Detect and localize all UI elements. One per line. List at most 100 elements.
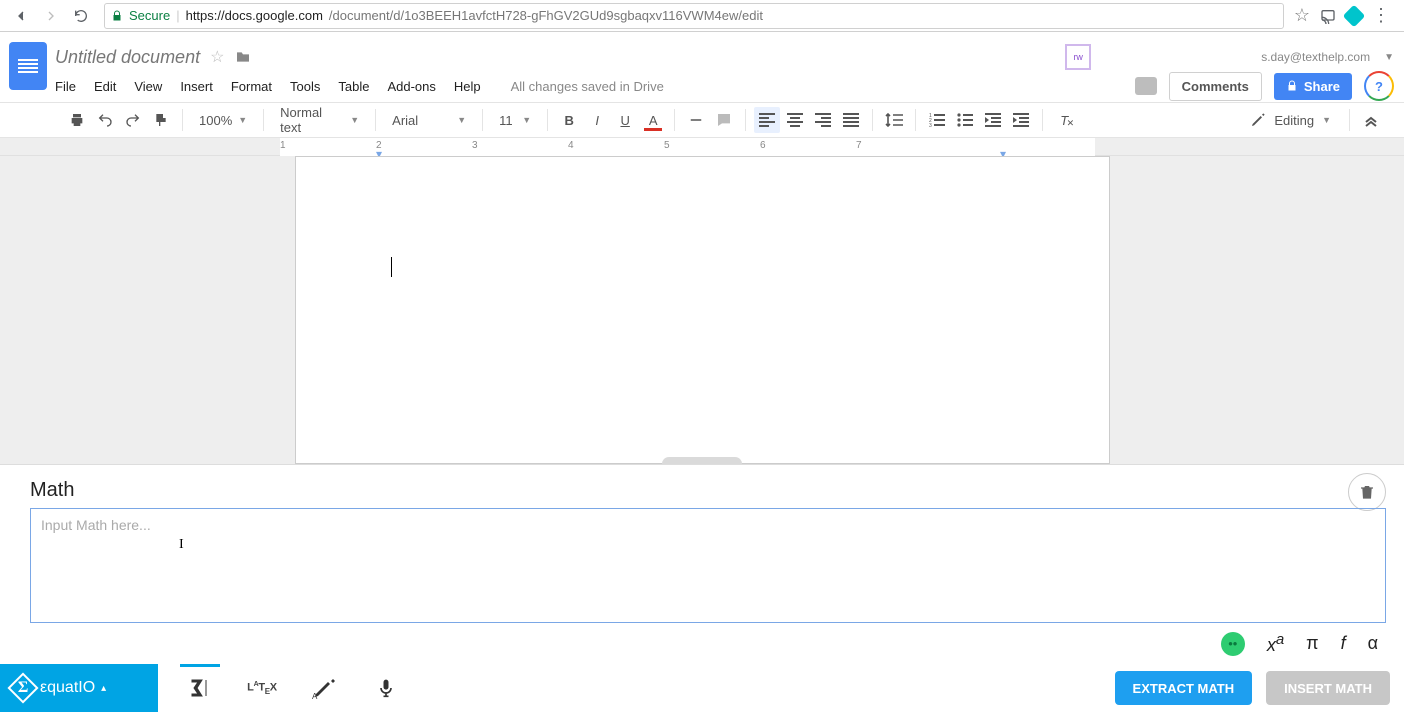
horizontal-ruler[interactable]: ▾ ▾ 1 2 3 4 5 6 7 (0, 138, 1404, 156)
share-button[interactable]: Share (1274, 73, 1352, 100)
url-path: /document/d/1o3BEEH1avfctH728-gFhGV2GUd9… (329, 8, 763, 23)
equatio-brand-label: εquatIO (40, 679, 95, 697)
star-icon[interactable]: ☆ (210, 47, 224, 67)
folder-icon[interactable] (234, 49, 252, 65)
align-right-icon[interactable] (810, 107, 836, 133)
insert-math-button[interactable]: INSERT MATH (1266, 671, 1390, 705)
math-input[interactable] (41, 517, 1375, 533)
text-color-icon[interactable]: A (640, 107, 666, 133)
tab-equation-editor[interactable] (180, 664, 220, 712)
sigma-cursor-icon (188, 676, 212, 700)
clear-formatting-icon[interactable]: T✕ (1051, 107, 1077, 133)
lock-icon (111, 9, 123, 23)
font-size-dropdown[interactable]: 11▼ (491, 107, 539, 133)
document-title[interactable]: Untitled document (55, 47, 200, 68)
svg-text:A: A (312, 692, 318, 700)
alpha-symbol[interactable]: α (1368, 633, 1378, 654)
tab-speech[interactable] (366, 664, 406, 712)
help-button[interactable]: ? (1364, 71, 1394, 101)
align-justify-icon[interactable] (838, 107, 864, 133)
symbol-toolbar: •• xa π f α (30, 623, 1386, 656)
save-status: All changes saved in Drive (511, 79, 664, 94)
ruler-tick: 4 (568, 140, 574, 151)
chrome-menu-icon[interactable]: ⋮ (1372, 5, 1390, 26)
menu-table[interactable]: Table (338, 79, 369, 94)
equatio-brand[interactable]: Σ εquatIO ▴ (0, 664, 158, 712)
ruler-tick: 5 (664, 140, 670, 151)
document-canvas[interactable] (0, 156, 1404, 464)
address-bar[interactable]: Secure | https://docs.google.com/documen… (104, 3, 1284, 29)
line-spacing-icon[interactable] (881, 107, 907, 133)
increase-indent-icon[interactable] (1008, 107, 1034, 133)
cast-icon[interactable] (1320, 8, 1336, 24)
document-page[interactable] (295, 156, 1110, 464)
power-symbol[interactable]: xa (1267, 631, 1284, 656)
menu-edit[interactable]: Edit (94, 79, 116, 94)
math-panel-title: Math (30, 479, 1386, 502)
menu-insert[interactable]: Insert (180, 79, 213, 94)
smiley-icon[interactable]: •• (1221, 632, 1245, 656)
docs-logo[interactable] (9, 42, 47, 90)
pi-symbol[interactable]: π (1306, 633, 1318, 654)
extract-math-button[interactable]: EXTRACT MATH (1115, 671, 1253, 705)
font-family-dropdown[interactable]: Arial▼ (384, 107, 474, 133)
ruler-tick: 1 (280, 140, 286, 151)
readwrite-extension-badge[interactable]: rw (1065, 44, 1091, 70)
formatting-toolbar: 100%▼ Normal text▼ Arial▼ 11▼ B I U A 12… (0, 102, 1404, 138)
ruler-tick: 6 (760, 140, 766, 151)
browser-toolbar: Secure | https://docs.google.com/documen… (0, 0, 1404, 32)
bookmark-star-icon[interactable]: ☆ (1294, 5, 1310, 26)
menu-addons[interactable]: Add-ons (387, 79, 435, 94)
italic-icon[interactable]: I (584, 107, 610, 133)
text-cursor (391, 257, 392, 277)
ruler-tick: 2 (376, 140, 382, 151)
menu-bar: File Edit View Insert Format Tools Table… (55, 72, 1394, 100)
collapse-toolbar-icon[interactable] (1358, 107, 1384, 133)
comments-icon[interactable] (1135, 77, 1157, 95)
menu-tools[interactable]: Tools (290, 79, 320, 94)
insert-comment-icon[interactable] (711, 107, 737, 133)
bold-icon[interactable]: B (556, 107, 582, 133)
pencil-icon (1250, 112, 1266, 128)
bulleted-list-icon[interactable] (952, 107, 978, 133)
zoom-dropdown[interactable]: 100%▼ (191, 107, 255, 133)
menu-help[interactable]: Help (454, 79, 481, 94)
align-center-icon[interactable] (782, 107, 808, 133)
tab-handwriting[interactable]: A (304, 664, 344, 712)
share-button-label: Share (1304, 79, 1340, 94)
align-left-icon[interactable] (754, 107, 780, 133)
latex-label: LATEX (247, 681, 277, 696)
menu-file[interactable]: File (55, 79, 76, 94)
menu-view[interactable]: View (134, 79, 162, 94)
svg-text:3: 3 (929, 123, 932, 127)
menu-format[interactable]: Format (231, 79, 272, 94)
reload-button[interactable] (68, 3, 94, 29)
comments-button[interactable]: Comments (1169, 72, 1262, 101)
insert-link-icon[interactable] (683, 107, 709, 133)
account-menu-caret-icon[interactable]: ▼ (1384, 52, 1394, 63)
math-input-field[interactable]: I (30, 508, 1386, 623)
extension-icon[interactable] (1343, 4, 1366, 27)
editing-mode-dropdown[interactable]: Editing ▼ (1240, 112, 1341, 128)
back-button[interactable] (8, 3, 34, 29)
docs-header: Untitled document ☆ rw s.day@texthelp.co… (0, 32, 1404, 102)
print-icon[interactable] (64, 107, 90, 133)
forward-button[interactable] (38, 3, 64, 29)
paragraph-style-dropdown[interactable]: Normal text▼ (272, 107, 367, 133)
equatio-bottom-bar: Σ εquatIO ▴ LATEX A EXTRACT MATH INSERT … (0, 664, 1404, 712)
numbered-list-icon[interactable]: 123 (924, 107, 950, 133)
clear-button[interactable] (1348, 473, 1386, 511)
equatio-panel: Math I •• xa π f α (0, 464, 1404, 664)
undo-icon[interactable] (92, 107, 118, 133)
decrease-indent-icon[interactable] (980, 107, 1006, 133)
url-host: https://docs.google.com (186, 8, 323, 23)
tab-latex[interactable]: LATEX (242, 664, 282, 712)
ruler-tick: 3 (472, 140, 478, 151)
ruler-tick: 7 (856, 140, 862, 151)
user-email[interactable]: s.day@texthelp.com (1261, 50, 1370, 64)
function-symbol[interactable]: f (1341, 633, 1346, 654)
redo-icon[interactable] (120, 107, 146, 133)
paint-format-icon[interactable] (148, 107, 174, 133)
underline-icon[interactable]: U (612, 107, 638, 133)
secure-label: Secure (129, 8, 170, 23)
